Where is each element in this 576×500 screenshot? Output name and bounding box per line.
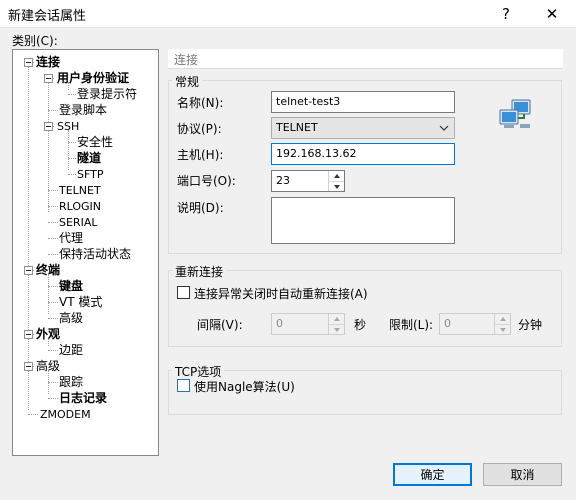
expand-terminal-icon[interactable] [24,266,33,275]
tree-item-sftp[interactable]: SFTP [77,167,103,182]
tree-item-advanced-terminal[interactable]: 高级 [59,311,83,326]
expand-ssh-icon[interactable] [44,122,53,131]
host-label: 主机(H): [177,148,224,162]
close-button[interactable]: ✕ [530,0,574,28]
auto-reconnect-checkbox[interactable] [177,286,190,299]
tree-item-tunnel[interactable]: 隧道 [77,151,101,166]
expand-user-auth-icon[interactable] [44,74,53,83]
limit-value: 0 [444,317,451,330]
tree-item-advanced[interactable]: 高级 [36,359,60,374]
network-computers-icon [499,99,531,128]
interval-stepper[interactable]: 0 [271,313,345,335]
interval-unit: 秒 [354,318,367,332]
tree-item-proxy[interactable]: 代理 [59,231,83,246]
tree-item-user-auth[interactable]: 用户身份验证 [57,71,129,86]
interval-spin[interactable] [328,314,344,334]
limit-spin[interactable] [494,314,510,334]
limit-label: 限制(L): [389,318,434,332]
tree-item-vt-mode[interactable]: VT 模式 [59,295,102,310]
tree-item-trace[interactable]: 跟踪 [59,375,83,390]
expand-connection-icon[interactable] [24,58,33,67]
interval-down-icon[interactable] [329,324,344,334]
tree-item-appearance[interactable]: 外观 [36,327,60,342]
description-label: 说明(D): [177,201,224,215]
category-label: 类别(C): [12,34,58,48]
protocol-select[interactable]: TELNET [271,117,455,139]
tree-item-login-script[interactable]: 登录脚本 [59,103,107,118]
title-bar: 新建会话属性 ? ✕ [0,0,576,28]
port-value: 23 [276,174,290,187]
host-input[interactable]: 192.168.13.62 [271,143,455,165]
help-button[interactable]: ? [484,0,528,28]
auto-reconnect-label[interactable]: 连接异常关闭时自动重新连接(A) [194,285,368,302]
port-spin[interactable] [328,171,344,191]
name-input[interactable]: telnet-test3 [271,91,455,113]
expand-advanced-icon[interactable] [24,362,33,371]
tree-item-login-prompts[interactable]: 登录提示符 [77,87,137,102]
tree-item-serial[interactable]: SERIAL [59,215,97,230]
tree-item-rlogin[interactable]: RLOGIN [59,199,101,214]
ok-button[interactable]: 确定 [393,463,472,486]
chevron-down-icon [439,125,449,131]
protocol-value: TELNET [276,121,318,134]
name-label: 名称(N): [177,96,224,110]
expand-appearance-icon[interactable] [24,330,33,339]
panel-header: 连接 [168,49,563,69]
tree-item-margins[interactable]: 边距 [59,343,83,358]
nagle-checkbox[interactable] [177,379,190,392]
limit-stepper[interactable]: 0 [439,313,511,335]
tree-item-zmodem[interactable]: ZMODEM [40,407,91,422]
tree-item-terminal[interactable]: 终端 [36,263,60,278]
interval-value: 0 [276,317,283,330]
interval-up-icon[interactable] [329,314,344,324]
tree-item-ssh[interactable]: SSH [57,119,79,134]
reconnect-group-title: 重新连接 [172,263,227,280]
panel-title: 连接 [174,53,199,67]
port-stepper[interactable]: 23 [271,170,345,192]
limit-up-icon[interactable] [495,314,510,324]
tree-item-keyboard[interactable]: 键盘 [59,279,83,294]
port-down-icon[interactable] [329,181,344,191]
tree-item-connection[interactable]: 连接 [36,55,60,70]
tree-item-keepalive[interactable]: 保持活动状态 [59,247,131,262]
tree-item-telnet[interactable]: TELNET [59,183,101,198]
limit-unit: 分钟 [518,318,543,332]
tree-item-security[interactable]: 安全性 [77,135,113,150]
port-up-icon[interactable] [329,171,344,181]
description-input[interactable] [271,197,455,244]
window-title: 新建会话属性 [8,9,87,24]
reconnect-group [168,270,562,347]
nagle-label[interactable]: 使用Nagle算法(U) [194,378,295,395]
tree-item-logging[interactable]: 日志记录 [59,391,107,406]
category-tree[interactable]: 连接 用户身份验证 登录提示符 登录脚本 SSH 安全性 隧道 SFTP TEL… [12,49,159,456]
cancel-button[interactable]: 取消 [483,463,562,486]
protocol-label: 协议(P): [177,122,222,136]
port-label: 端口号(O): [177,174,236,188]
interval-label: 间隔(V): [197,318,243,332]
general-group-title: 常规 [172,73,203,90]
limit-down-icon[interactable] [495,324,510,334]
